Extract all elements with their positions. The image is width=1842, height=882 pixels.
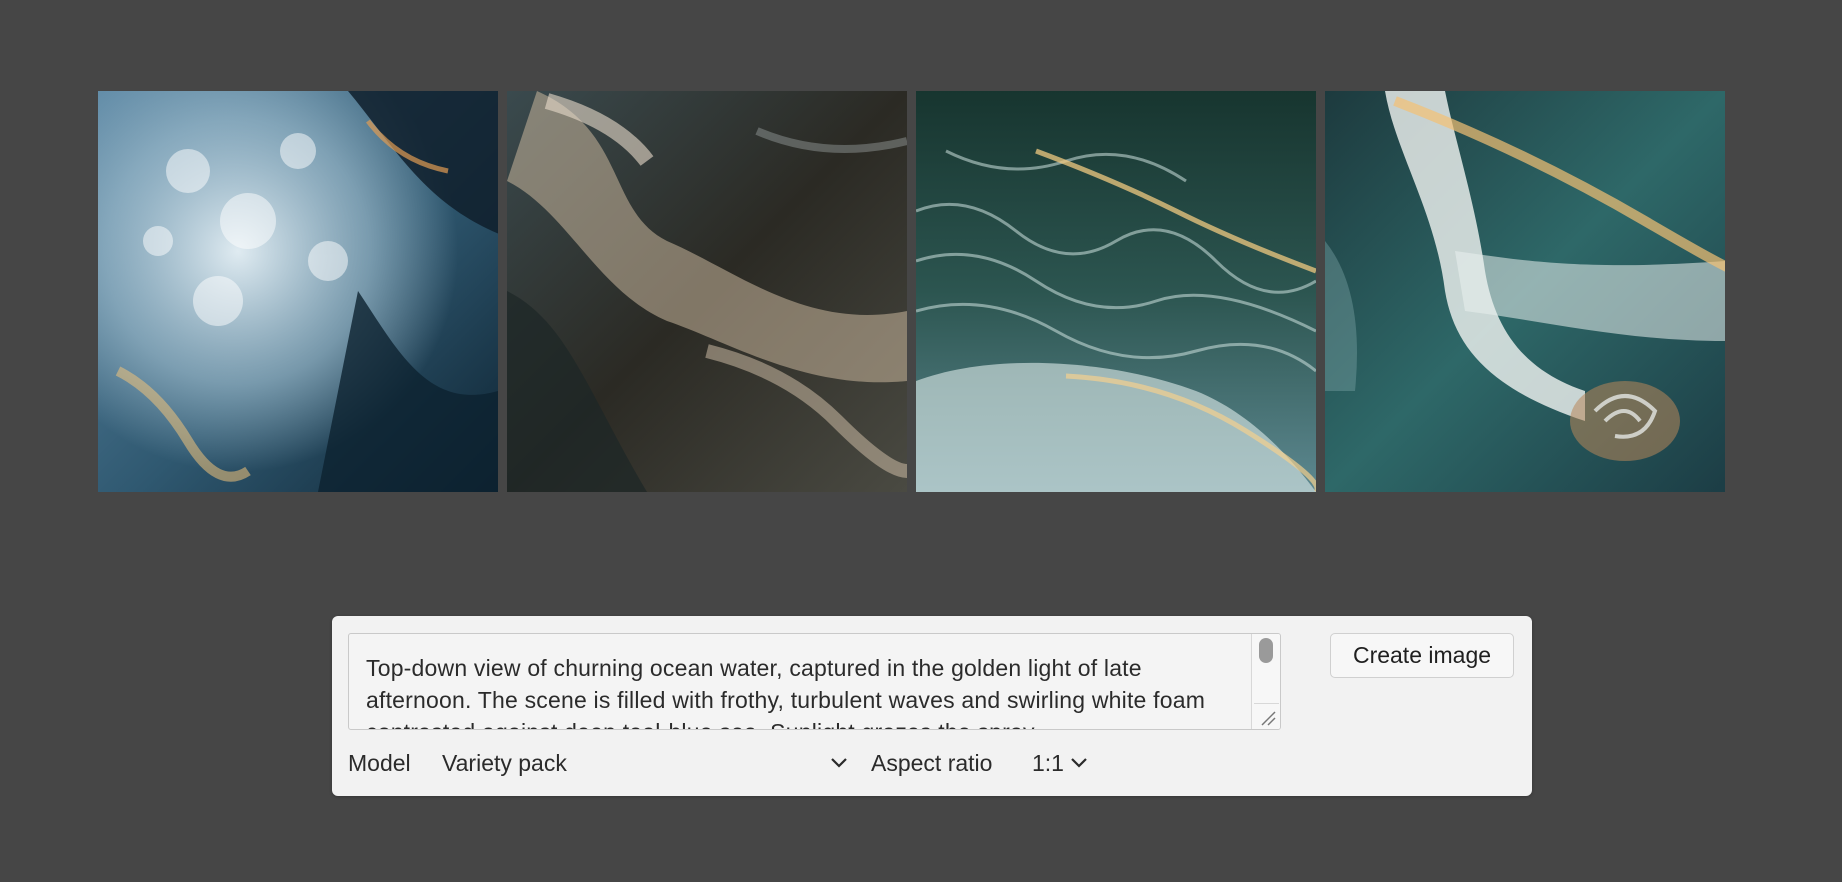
- scrollbar-thumb[interactable]: [1259, 638, 1273, 663]
- ocean-image-3[interactable]: [916, 91, 1316, 492]
- image-gallery: [98, 91, 1725, 492]
- prompt-panel: Top-down view of churning ocean water, c…: [332, 616, 1532, 796]
- app-window: Top-down view of churning ocean water, c…: [0, 0, 1842, 882]
- ocean-image-2[interactable]: [507, 91, 907, 492]
- create-image-button[interactable]: Create image: [1330, 633, 1514, 678]
- chevron-down-icon[interactable]: [1070, 756, 1088, 774]
- prompt-text: Top-down view of churning ocean water, c…: [366, 655, 1206, 729]
- resize-grip-icon[interactable]: [1254, 703, 1279, 728]
- model-select[interactable]: Variety pack: [442, 750, 567, 777]
- ocean-image-4[interactable]: [1325, 91, 1725, 492]
- aspect-ratio-select[interactable]: 1:1: [1032, 750, 1064, 777]
- ocean-image-1[interactable]: [98, 91, 498, 492]
- aspect-ratio-label: Aspect ratio: [871, 750, 993, 776]
- prompt-textarea[interactable]: Top-down view of churning ocean water, c…: [348, 633, 1281, 730]
- prompt-scrollbar[interactable]: [1251, 634, 1280, 729]
- chevron-down-icon[interactable]: [830, 756, 848, 774]
- model-label: Model: [348, 750, 411, 776]
